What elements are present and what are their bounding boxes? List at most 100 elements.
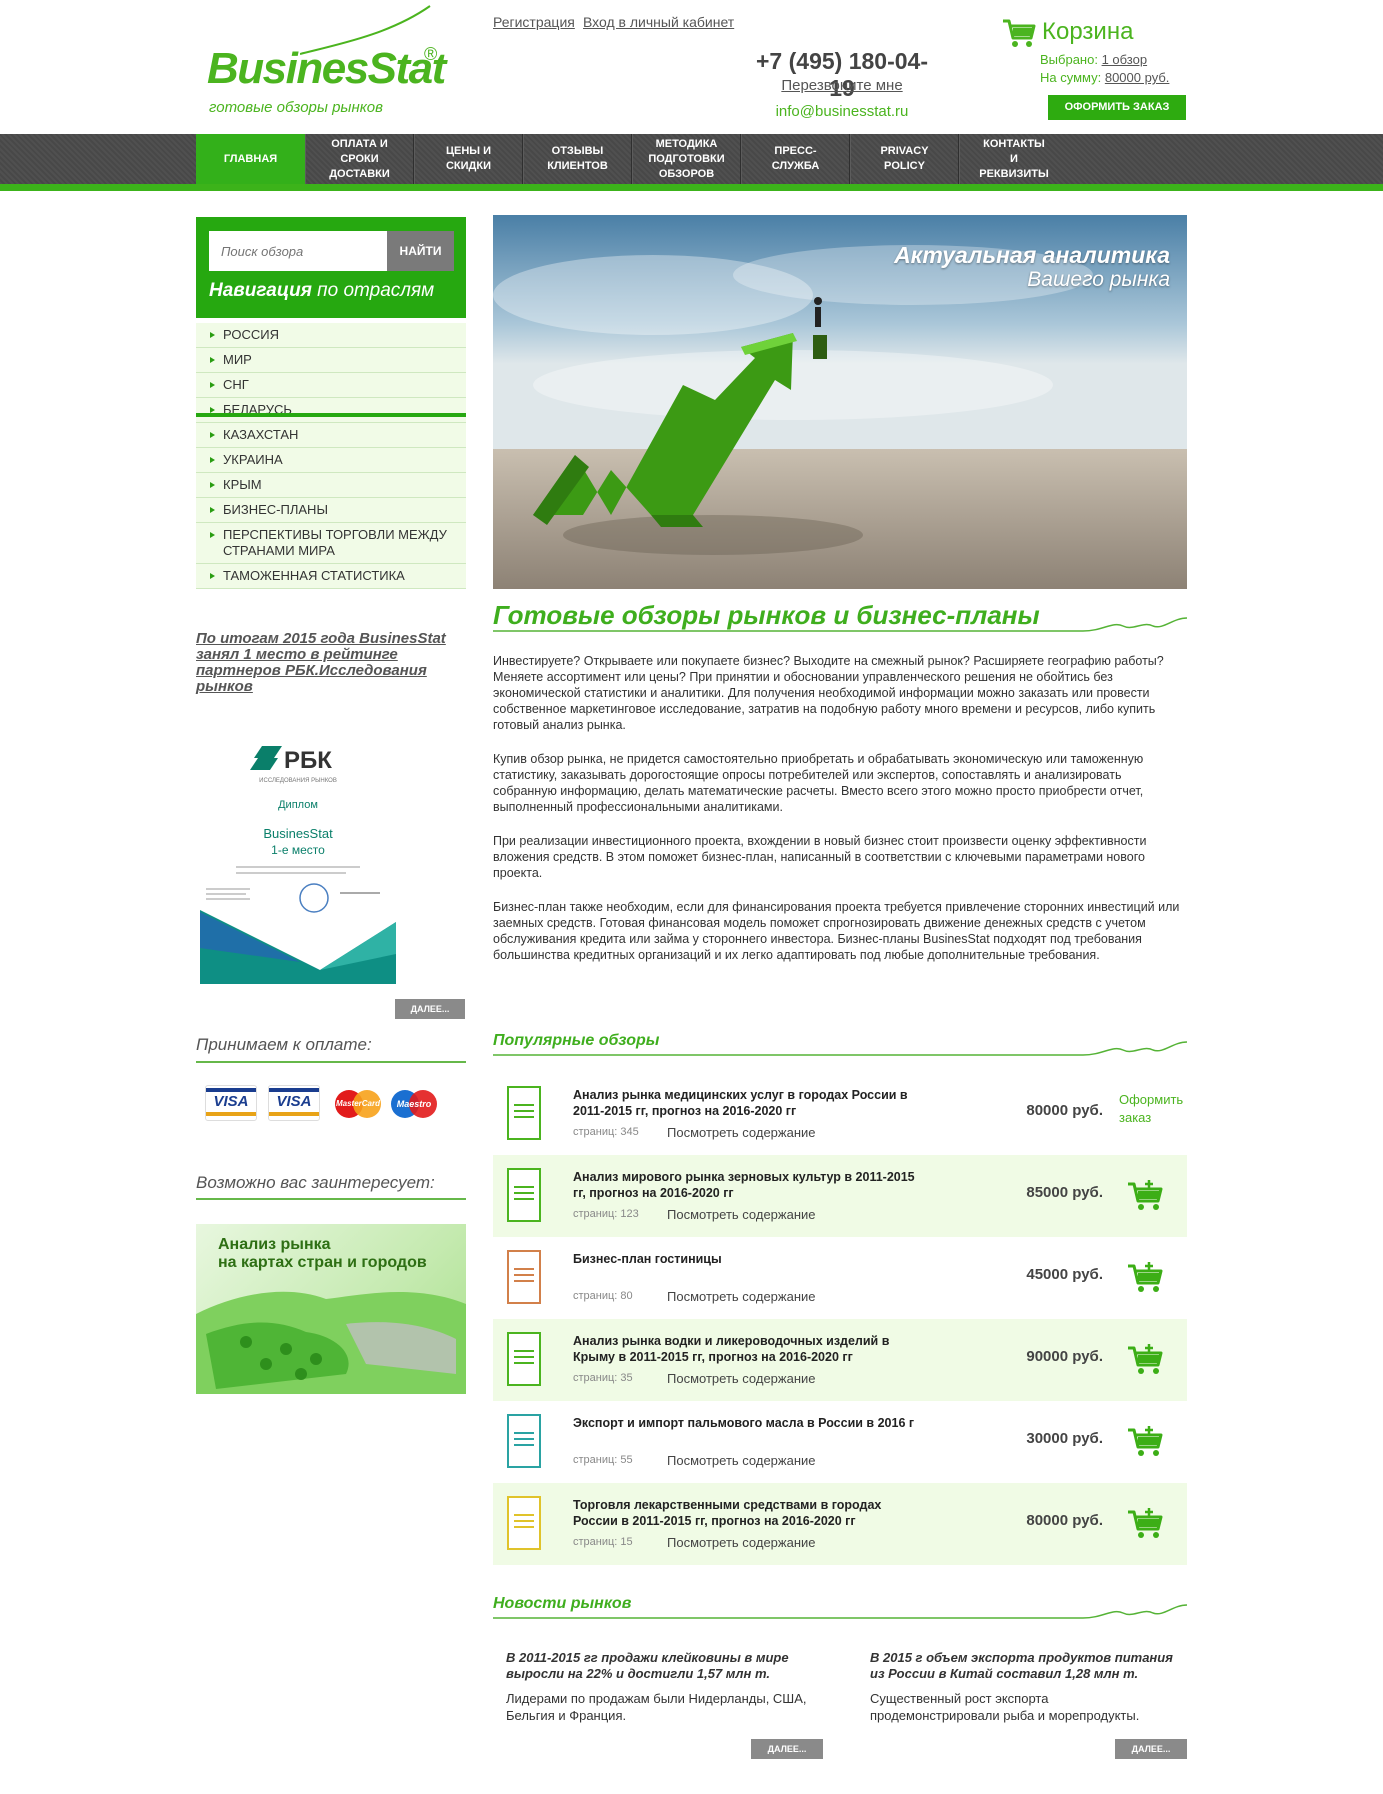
news-item-1-title[interactable]: В 2011-2015 гг продажи клейковины в мире… [506, 1650, 806, 1682]
cart-title[interactable]: Корзина [1042, 18, 1133, 46]
product-pages: страниц: 345 [573, 1126, 639, 1138]
nav-item-label: КЛИЕНТОВ [547, 160, 608, 172]
cart-selected: Выбрано: 1 обзор [1040, 52, 1147, 67]
category-item[interactable]: КРЫМ [196, 473, 466, 498]
news-item-2-title[interactable]: В 2015 г объем экспорта продуктов питани… [870, 1650, 1180, 1682]
add-to-cart-icon[interactable] [1127, 1426, 1163, 1458]
nav-item-4[interactable]: ОТЗЫВЫ КЛИЕНТОВ [523, 134, 632, 184]
popular-heading-rule [493, 1041, 1187, 1056]
view-contents-link[interactable]: Посмотреть содержание [667, 1207, 816, 1222]
document-icon[interactable] [507, 1496, 541, 1550]
rbk-logo-sub: ИССЛЕДОВАНИЯ РЫНКОВ [259, 778, 337, 784]
add-to-cart-icon[interactable] [1127, 1344, 1163, 1376]
document-icon[interactable] [507, 1168, 541, 1222]
category-item[interactable]: ПЕРСПЕКТИВЫ ТОРГОВЛИ МЕЖДУ СТРАНАМИ МИРА [196, 523, 466, 564]
add-to-cart-icon[interactable] [1127, 1180, 1163, 1212]
nav-item-6[interactable]: ПРЕСС- СЛУЖБА [741, 134, 850, 184]
nav-item-2[interactable]: ОПЛАТА И СРОКИ ДОСТАВКИ [305, 134, 414, 184]
email-link[interactable]: info@businesstat.ru [744, 103, 940, 120]
nav-item-8[interactable]: КОНТАКТЫ И РЕКВИЗИТЫ [959, 134, 1068, 184]
rbk-award-link[interactable]: По итогам 2015 года BusinesStat занял 1 … [196, 631, 456, 695]
hero-subheadline: Вашего рынка [1027, 268, 1170, 291]
category-item[interactable]: БЕЛАРУСЬ [196, 398, 466, 423]
category-item[interactable]: ТАМОЖЕННАЯ СТАТИСТИКА [196, 564, 466, 589]
news-item-2-text: Существенный рост экспорта продемонстрир… [870, 1691, 1140, 1723]
interest-heading-rule [196, 1198, 466, 1200]
product-title[interactable]: Экспорт и импорт пальмового масла в Росс… [573, 1415, 923, 1431]
search-button[interactable]: НАЙТИ [387, 231, 454, 271]
nav-item-label: КОНТАКТЫ [983, 137, 1045, 150]
mastercard-label: MasterCard [335, 1099, 380, 1108]
news-heading-rule [493, 1604, 1187, 1619]
diploma-place: 1-е место [271, 843, 325, 857]
nav-item-label: ПОДГОТОВКИ [648, 152, 725, 165]
product-title[interactable]: Бизнес-план гостиницы [573, 1251, 923, 1267]
intro-paragraph-2: Купив обзор рынка, не придется самостоят… [493, 752, 1144, 814]
nav-item-1[interactable]: ГЛАВНАЯ [196, 134, 305, 184]
document-icon[interactable] [507, 1086, 541, 1140]
visa-electron-card-label: VISA [276, 1093, 312, 1110]
nav-item-label: POLICY [884, 160, 925, 172]
product-title[interactable]: Анализ рынка медицинских услуг в городах… [573, 1087, 923, 1119]
product-title[interactable]: Торговля лекарственными средствами в гор… [573, 1497, 923, 1529]
view-contents-link[interactable]: Посмотреть содержание [667, 1125, 816, 1140]
view-contents-link[interactable]: Посмотреть содержание [667, 1289, 816, 1304]
view-contents-link[interactable]: Посмотреть содержание [667, 1453, 816, 1468]
nav-item-label: РЕКВИЗИТЫ [979, 167, 1049, 180]
category-item[interactable]: БИЗНЕС-ПЛАНЫ [196, 498, 466, 523]
nav-item-label: ДОСТАВКИ [329, 167, 390, 180]
add-to-cart-icon[interactable] [1127, 1508, 1163, 1540]
rbk-more-button[interactable]: ДАЛЕЕ... [395, 999, 465, 1019]
order-link[interactable]: Оформить заказ [1119, 1091, 1189, 1127]
intro-paragraph-1: Инвестируете? Открываете или покупаете б… [493, 654, 1164, 732]
document-icon[interactable] [507, 1332, 541, 1386]
nav-item-5[interactable]: МЕТОДИКА ПОДГОТОВКИ ОБЗОРОВ [632, 134, 741, 184]
search-input[interactable] [209, 231, 387, 271]
product-price: 85000 руб. [1026, 1184, 1103, 1201]
main-nav: ГЛАВНАЯ ОПЛАТА И СРОКИ ДОСТАВКИ ЦЕНЫ И СКИДКИ… [196, 134, 1068, 184]
visa-electron-card-icon: VISA [268, 1085, 320, 1121]
product-price: 80000 руб. [1026, 1512, 1103, 1529]
product-row: Анализ рынка водки и ликероводочных изде… [493, 1319, 1187, 1401]
product-row: Экспорт и импорт пальмового масла в Росс… [493, 1401, 1187, 1483]
industry-nav-title-bold: Навигация [209, 280, 312, 301]
rbk-diploma-image[interactable]: РБК ИССЛЕДОВАНИЯ РЫНКОВ Диплом BusinesSt… [200, 712, 396, 984]
nav-item-7[interactable]: PRIVACY POLICY [850, 134, 959, 184]
nav-item-label: И [1010, 152, 1018, 165]
document-icon[interactable] [507, 1250, 541, 1304]
nav-item-label: ПРЕСС- [774, 145, 817, 157]
nav-item-3[interactable]: ЦЕНЫ И СКИДКИ [414, 134, 523, 184]
map-banner[interactable]: Анализ рынка на картах стран и городов [196, 1224, 466, 1394]
logo[interactable]: BusinesStat [207, 44, 446, 94]
category-item[interactable]: КАЗАХСТАН [196, 423, 466, 448]
cart-icon[interactable] [1002, 18, 1036, 48]
callback-link[interactable]: Перезвоните мне [744, 77, 940, 94]
product-title[interactable]: Анализ мирового рынка зерновых культур в… [573, 1169, 923, 1201]
category-item[interactable]: МИР [196, 348, 466, 373]
rbk-logo-text: РБК [284, 747, 332, 774]
view-contents-link[interactable]: Посмотреть содержание [667, 1535, 816, 1550]
login-link[interactable]: Вход в личный кабинет [583, 14, 734, 30]
checkout-button[interactable]: ОФОРМИТЬ ЗАКАЗ [1048, 95, 1186, 120]
product-title[interactable]: Анализ рынка водки и ликероводочных изде… [573, 1333, 923, 1365]
cart-selected-value[interactable]: 1 обзор [1102, 52, 1148, 67]
category-item[interactable]: УКРАИНА [196, 448, 466, 473]
nav-item-label: ОТЗЫВЫ [551, 145, 604, 157]
cart-sum-value[interactable]: 80000 руб. [1105, 70, 1170, 85]
view-contents-link[interactable]: Посмотреть содержание [667, 1371, 816, 1386]
hero-headline: Актуальная аналитика [894, 242, 1170, 268]
payment-heading: Принимаем к оплате: [196, 1035, 372, 1054]
product-pages: страниц: 80 [573, 1290, 633, 1302]
document-icon[interactable] [507, 1414, 541, 1468]
news-item-2-more-button[interactable]: ДАЛЕЕ... [1115, 1739, 1187, 1759]
news-item-1-text: Лидерами по продажам были Нидерланды, СШ… [506, 1691, 807, 1723]
add-to-cart-icon[interactable] [1127, 1262, 1163, 1294]
news-item-1-more-button[interactable]: ДАЛЕЕ... [751, 1739, 823, 1759]
cart-sum-label: На сумму: [1040, 70, 1102, 85]
category-item[interactable]: СНГ [196, 373, 466, 398]
mastercard-icon: MasterCard [335, 1090, 381, 1118]
product-price: 80000 руб. [1026, 1102, 1103, 1119]
register-link[interactable]: Регистрация [493, 14, 575, 30]
category-item[interactable]: РОССИЯ [196, 323, 466, 348]
nav-item-label: ОБЗОРОВ [658, 167, 715, 180]
